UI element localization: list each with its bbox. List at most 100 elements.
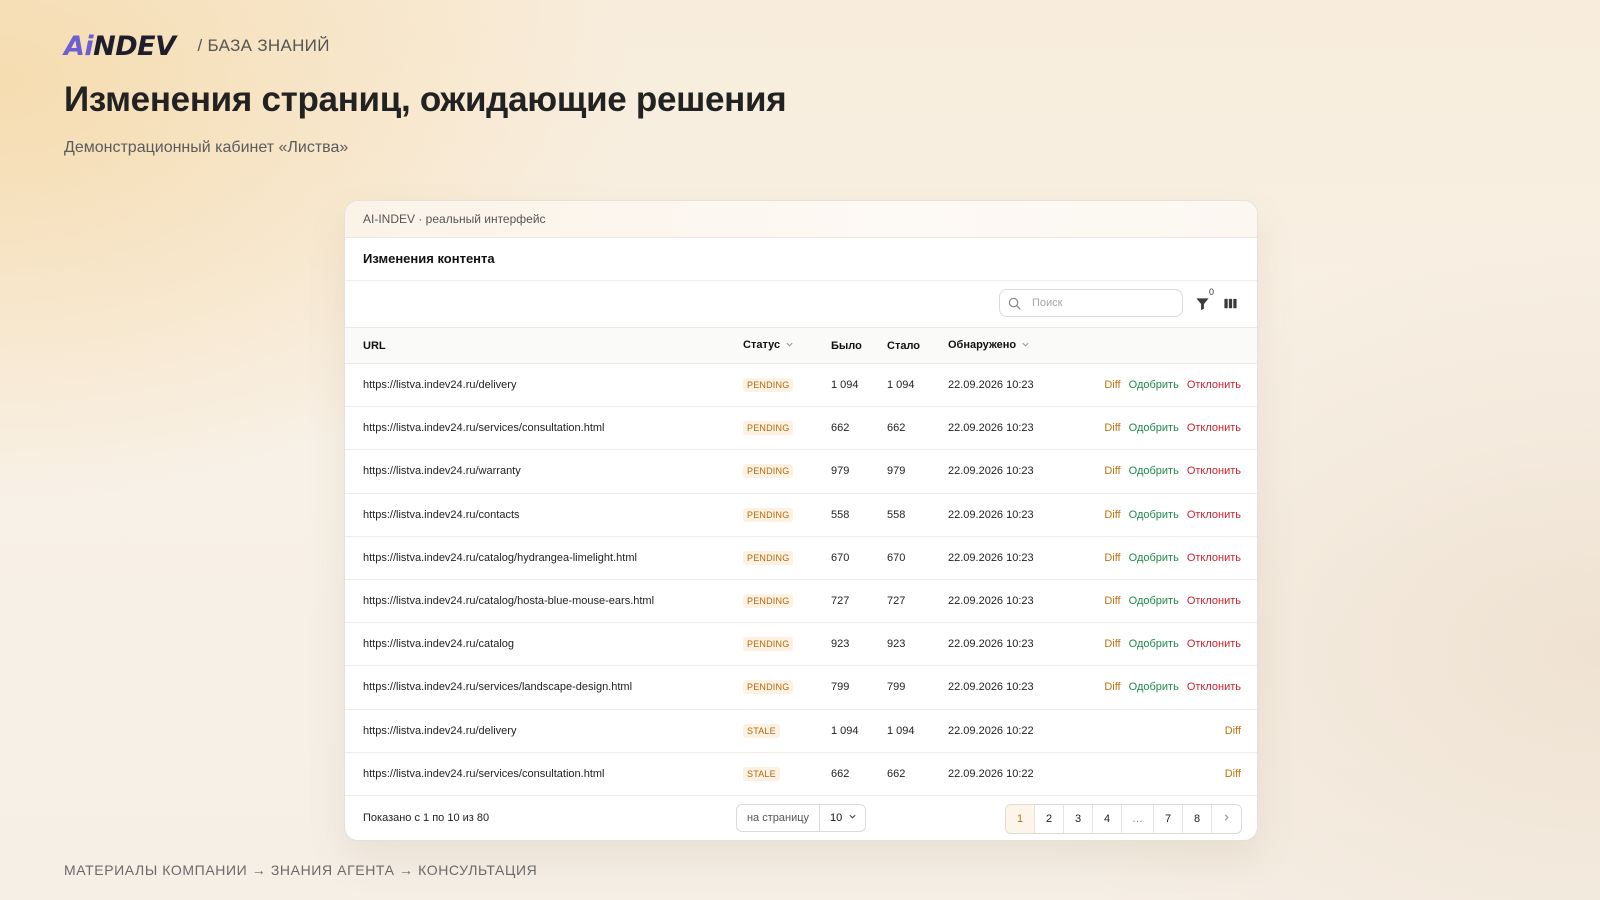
status-badge: PENDING — [743, 550, 794, 565]
row-detected: 22.09.2026 10:23 — [948, 681, 1034, 694]
diff-link[interactable]: Diff — [1104, 379, 1120, 391]
pagination-bar: Показано с 1 по 10 из 80 на страницу 10 … — [345, 796, 1257, 840]
row-before: 662 — [831, 422, 850, 435]
row-detected: 22.09.2026 10:23 — [948, 595, 1034, 608]
diff-link[interactable]: Diff — [1225, 768, 1241, 780]
row-url[interactable]: https://listva.indev24.ru/delivery — [363, 379, 516, 391]
header-detected[interactable]: Обнаружено — [948, 328, 1073, 364]
reject-button[interactable]: Отклонить — [1187, 681, 1241, 693]
filter-icon[interactable] — [1195, 296, 1211, 312]
approve-button[interactable]: Одобрить — [1129, 552, 1179, 564]
reject-button[interactable]: Отклонить — [1187, 638, 1241, 650]
reject-button[interactable]: Отклонить — [1187, 509, 1241, 521]
table-row: https://listva.indev24.ru/warranty PENDIN… — [345, 450, 1257, 494]
header-after: Стало — [887, 339, 921, 352]
page-button-3[interactable]: 3 — [1064, 805, 1093, 833]
diff-link[interactable]: Diff — [1104, 509, 1120, 521]
row-detected: 22.09.2026 10:23 — [948, 379, 1034, 392]
table-row: https://listva.indev24.ru/services/consu… — [345, 407, 1257, 450]
status-badge: PENDING — [743, 421, 794, 436]
row-url[interactable]: https://listva.indev24.ru/services/consu… — [363, 422, 605, 434]
reject-button[interactable]: Отклонить — [1187, 379, 1241, 391]
diff-link[interactable]: Diff — [1104, 422, 1120, 434]
page-button-7[interactable]: 7 — [1154, 805, 1183, 833]
row-detected: 22.09.2026 10:23 — [948, 465, 1034, 478]
diff-link[interactable]: Diff — [1225, 725, 1241, 737]
next-page-icon[interactable] — [1212, 805, 1241, 833]
row-before: 662 — [831, 767, 850, 780]
per-page-control[interactable]: на страницу 10 — [736, 804, 866, 832]
content-changes-card: AI-INDEV · реальный интерфейс Изменения … — [344, 200, 1258, 841]
row-before: 1 094 — [831, 724, 859, 737]
row-before: 670 — [831, 551, 850, 564]
row-detected: 22.09.2026 10:22 — [948, 724, 1034, 737]
row-url[interactable]: https://listva.indev24.ru/warranty — [363, 465, 521, 477]
page-title: Изменения страниц, ожидающие решения — [64, 80, 787, 119]
aindev-logo[interactable]: Ai NDEV — [64, 30, 176, 62]
reject-button[interactable]: Отклонить — [1187, 595, 1241, 607]
page-subtitle: Демонстрационный кабинет «Листва» — [64, 139, 349, 156]
search-input[interactable] — [1030, 296, 1174, 310]
diff-link[interactable]: Diff — [1104, 638, 1120, 650]
approve-button[interactable]: Одобрить — [1129, 379, 1179, 391]
approve-button[interactable]: Одобрить — [1129, 595, 1179, 607]
chevron-down-icon — [848, 812, 857, 824]
shown-range-text: Показано с 1 по 10 из 80 — [363, 812, 490, 824]
row-before: 558 — [831, 508, 850, 521]
row-url[interactable]: https://listva.indev24.ru/services/consu… — [363, 768, 605, 780]
breadcrumb-footer: МАТЕРИАЛЫ КОМПАНИИ → ЗНАНИЯ АГЕНТА → КОН… — [64, 862, 538, 878]
status-badge: PENDING — [743, 464, 794, 479]
approve-button[interactable]: Одобрить — [1129, 638, 1179, 650]
status-badge: STALE — [743, 723, 780, 738]
search-icon — [1008, 297, 1028, 310]
table-row: https://listva.indev24.ru/catalog PENDING… — [345, 623, 1257, 666]
status-badge: PENDING — [743, 680, 794, 695]
row-url[interactable]: https://listva.indev24.ru/services/lands… — [363, 681, 632, 693]
page-button-1[interactable]: 1 — [1006, 805, 1035, 833]
header-detected-label: Обнаружено — [948, 339, 1017, 352]
approve-button[interactable]: Одобрить — [1129, 681, 1179, 693]
reject-button[interactable]: Отклонить — [1187, 552, 1241, 564]
diff-link[interactable]: Diff — [1104, 681, 1120, 693]
reject-button[interactable]: Отклонить — [1187, 422, 1241, 434]
diff-link[interactable]: Diff — [1104, 595, 1120, 607]
diff-link[interactable]: Diff — [1104, 552, 1120, 564]
page-buttons: 1 2 3 4… 7 8 — [1005, 804, 1242, 834]
table-row: https://listva.indev24.ru/catalog/hosta-… — [345, 579, 1257, 623]
row-after: 727 — [887, 595, 906, 608]
row-url[interactable]: https://listva.indev24.ru/catalog/hosta-… — [363, 595, 654, 607]
approve-button[interactable]: Одобрить — [1129, 465, 1179, 477]
reject-button[interactable]: Отклонить — [1187, 465, 1241, 477]
table-row: https://listva.indev24.ru/services/lands… — [345, 666, 1257, 709]
row-url[interactable]: https://listva.indev24.ru/delivery — [363, 725, 516, 737]
page-button-4[interactable]: 4 — [1093, 805, 1122, 833]
header-status[interactable]: Статус — [743, 328, 831, 364]
row-detected: 22.09.2026 10:23 — [948, 422, 1034, 435]
approve-button[interactable]: Одобрить — [1129, 422, 1179, 434]
status-badge: PENDING — [743, 594, 794, 609]
row-url[interactable]: https://listva.indev24.ru/catalog/hydran… — [363, 552, 637, 564]
page-button-2[interactable]: 2 — [1035, 805, 1064, 833]
chevron-down-icon — [785, 340, 794, 352]
row-url[interactable]: https://listva.indev24.ru/catalog — [363, 638, 514, 650]
search-box[interactable] — [999, 289, 1183, 317]
row-detected: 22.09.2026 10:23 — [948, 508, 1034, 521]
logo-ai-part: Ai — [64, 30, 94, 62]
brand-header: Ai NDEV / БАЗА ЗНАНИЙ — [64, 30, 330, 62]
row-after: 558 — [887, 508, 906, 521]
page-button-8[interactable]: 8 — [1183, 805, 1212, 833]
header-url: URL — [363, 339, 386, 352]
row-detected: 22.09.2026 10:23 — [948, 551, 1034, 564]
status-badge: PENDING — [743, 378, 794, 393]
header-status-label: Статус — [743, 339, 781, 352]
row-before: 923 — [831, 638, 850, 651]
table-row: https://listva.indev24.ru/services/consu… — [345, 752, 1257, 796]
filter-count-badge: 0 — [1209, 287, 1215, 297]
approve-button[interactable]: Одобрить — [1129, 509, 1179, 521]
row-after: 1 094 — [887, 724, 915, 737]
row-url[interactable]: https://listva.indev24.ru/contacts — [363, 509, 520, 521]
columns-icon[interactable] — [1223, 296, 1239, 312]
diff-link[interactable]: Diff — [1104, 465, 1120, 477]
row-before: 799 — [831, 681, 850, 694]
per-page-select[interactable]: 10 — [820, 812, 865, 824]
